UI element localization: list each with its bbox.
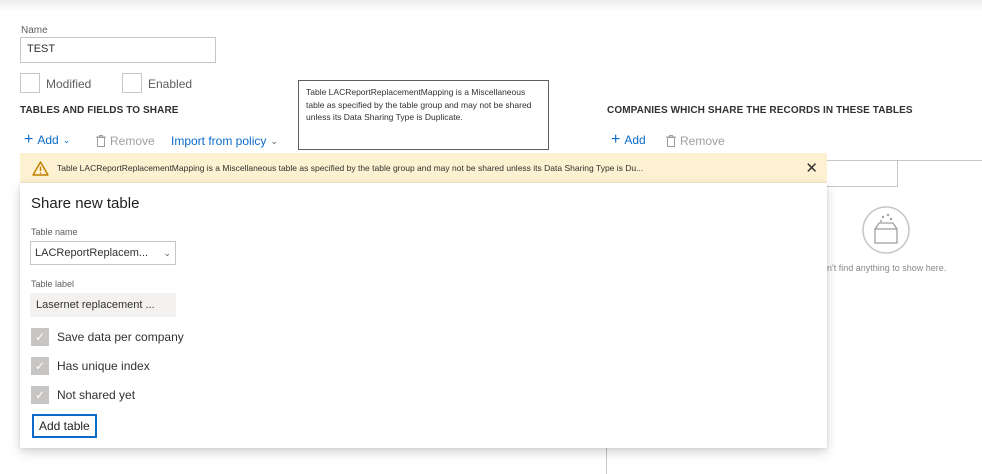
companies-remove-button[interactable]: Remove [666,134,725,148]
top-divider [0,0,982,12]
tables-remove-label: Remove [110,134,155,148]
enabled-label: Enabled [148,77,193,91]
chevron-down-icon: ⌄ [270,135,278,146]
table-label-label: Table label [31,279,75,289]
enabled-checkbox[interactable] [122,73,142,93]
warning-text: Table LACReportReplacementMapping is a M… [57,163,644,173]
right-grid-line [826,186,898,187]
empty-state-text: dn't find anything to show here. [822,263,947,273]
table-name-label: Table name [31,227,78,237]
close-icon[interactable]: ✕ [805,159,818,177]
right-panel-border [606,447,607,474]
chevron-down-icon: ⌄ [163,247,171,258]
table-label-field: Lasernet replacement ... [30,293,176,317]
warning-icon [32,160,49,176]
checkbox-label: Save data per company [57,330,184,344]
trash-icon [96,135,106,147]
tables-remove-button[interactable]: Remove [96,134,155,148]
companies-remove-label: Remove [680,134,725,148]
chevron-down-icon: ⌄ [62,134,71,145]
companies-add-button[interactable]: + Add [611,131,646,148]
dialog-title: Share new table [31,195,140,212]
checkmark-icon: ✓ [31,328,49,346]
not-shared-yet-checkbox[interactable]: ✓ Not shared yet [31,386,135,404]
right-grid-line [897,161,898,187]
plus-icon: + [611,131,621,148]
checkbox-label: Has unique index [57,359,150,373]
tables-add-button[interactable]: + Add ⌄ [24,131,71,148]
plus-icon: + [24,131,34,148]
tables-section-heading: TABLES AND FIELDS TO SHARE [20,105,179,116]
table-name-select[interactable]: LACReportReplacem... ⌄ [30,241,176,265]
name-label: Name [21,25,48,36]
name-input[interactable]: TEST [20,37,216,63]
trash-icon [666,135,676,147]
checkmark-icon: ✓ [31,386,49,404]
modified-label: Modified [46,77,92,91]
modified-checkbox[interactable] [20,73,40,93]
import-from-policy-button[interactable]: Import from policy ⌄ [171,134,278,148]
companies-add-label: Add [624,133,646,147]
add-table-button[interactable]: Add table [32,414,97,438]
warning-bar: Table LACReportReplacementMapping is a M… [20,153,827,183]
import-from-policy-label: Import from policy [171,134,267,148]
tables-add-label: Add [37,133,59,147]
has-unique-index-checkbox[interactable]: ✓ Has unique index [31,357,150,375]
checkbox-label: Not shared yet [57,388,136,402]
table-name-value: LACReportReplacem... [35,247,149,259]
companies-section-heading: COMPANIES WHICH SHARE THE RECORDS IN THE… [607,105,913,116]
tooltip: Table LACReportReplacementMapping is a M… [298,80,549,150]
empty-state-icon [859,205,913,258]
save-data-per-company-checkbox[interactable]: ✓ Save data per company [31,328,184,346]
checkmark-icon: ✓ [31,357,49,375]
